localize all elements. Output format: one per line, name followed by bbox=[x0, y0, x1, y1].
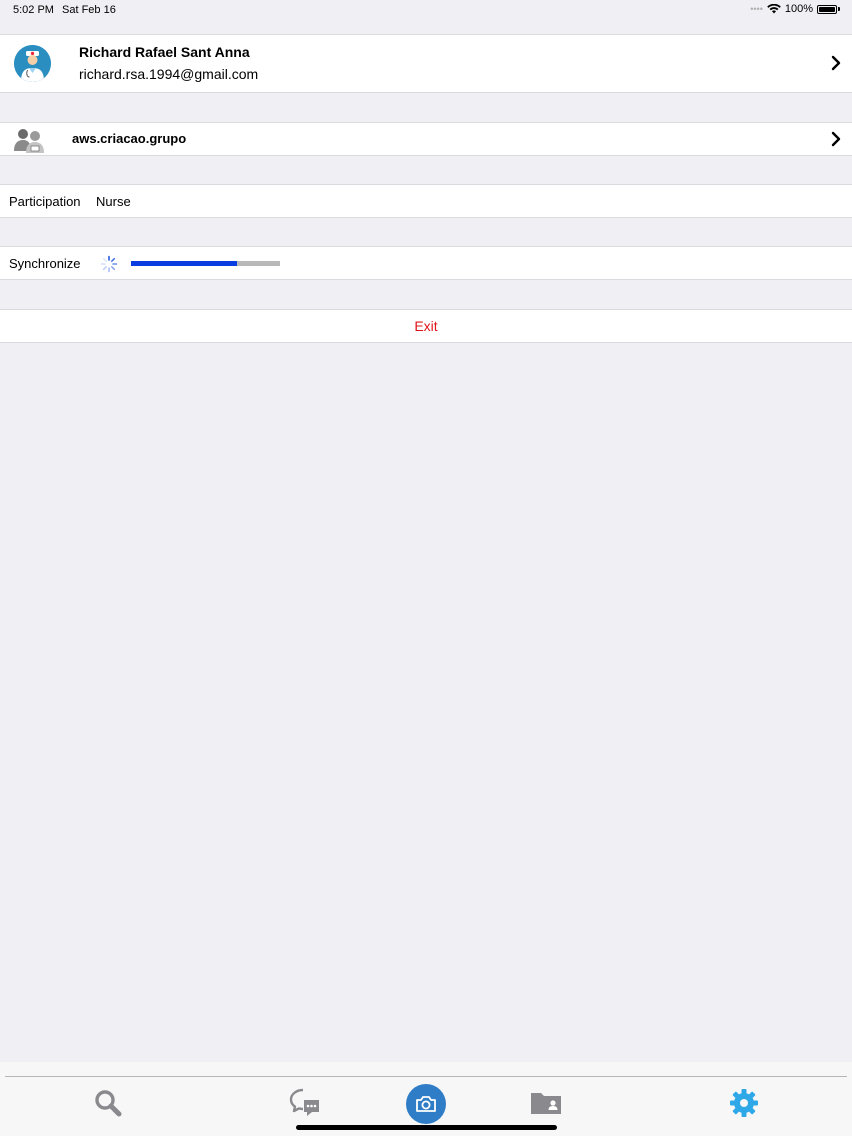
activity-spinner-icon bbox=[100, 255, 118, 273]
participation-label: Participation bbox=[9, 194, 81, 209]
doctor-avatar-icon bbox=[14, 45, 51, 82]
chevron-right-icon bbox=[831, 131, 841, 147]
participation-row: Participation Nurse bbox=[0, 184, 852, 218]
sync-progress-fill bbox=[131, 261, 237, 266]
sync-row: Synchronize bbox=[0, 246, 852, 280]
search-icon bbox=[95, 1090, 122, 1117]
tab-chat[interactable] bbox=[287, 1085, 323, 1121]
wifi-icon bbox=[767, 4, 781, 14]
tab-settings[interactable] bbox=[726, 1085, 762, 1121]
chat-bubbles-icon bbox=[289, 1088, 319, 1116]
battery-icon bbox=[817, 4, 837, 14]
status-time: 5:02 PM bbox=[13, 4, 54, 16]
status-right: •••• 100% bbox=[750, 3, 840, 15]
profile-email: richard.rsa.1994@gmail.com bbox=[79, 66, 259, 82]
battery-percent: 100% bbox=[784, 3, 813, 15]
tab-camera[interactable] bbox=[406, 1084, 446, 1124]
tab-bar-divider bbox=[5, 1076, 847, 1077]
exit-button[interactable]: Exit bbox=[0, 310, 852, 342]
cellular-signal-icon: •••• bbox=[750, 4, 763, 14]
gear-icon bbox=[730, 1089, 758, 1117]
profile-row[interactable]: Richard Rafael Sant Anna richard.rsa.199… bbox=[0, 34, 852, 93]
tab-search[interactable] bbox=[90, 1085, 126, 1121]
battery-tip bbox=[838, 7, 840, 11]
tab-contacts-folder[interactable] bbox=[528, 1085, 564, 1121]
camera-icon bbox=[416, 1096, 436, 1112]
group-row[interactable]: aws.criacao.grupo bbox=[0, 122, 852, 156]
status-date: Sat Feb 16 bbox=[62, 4, 116, 16]
group-people-icon bbox=[14, 129, 44, 153]
profile-name: Richard Rafael Sant Anna bbox=[79, 44, 250, 60]
sync-progress-bar bbox=[131, 261, 280, 266]
sync-label: Synchronize bbox=[9, 256, 81, 271]
chevron-right-icon bbox=[831, 55, 841, 71]
contact-folder-icon bbox=[531, 1093, 561, 1114]
status-bar: 5:02 PM Sat Feb 16 •••• 100% bbox=[0, 0, 852, 20]
participation-value: Nurse bbox=[96, 194, 131, 209]
group-name: aws.criacao.grupo bbox=[72, 131, 187, 146]
exit-row: Exit bbox=[0, 309, 852, 343]
home-indicator bbox=[296, 1125, 557, 1130]
